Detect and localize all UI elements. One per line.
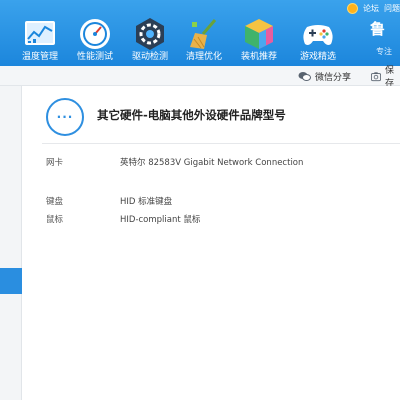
gamepad-icon — [303, 25, 333, 45]
toolbar-label: 游戏精选 — [299, 52, 336, 62]
sub-toolbar: 微信分享 保存 — [0, 66, 400, 89]
section-title: 其它硬件-电脑其他外设硬件品牌型号 — [97, 108, 286, 122]
wechat-share-button[interactable]: 微信分享 — [298, 69, 351, 83]
toolbar-item-driver[interactable]: 驱动检测 — [122, 0, 178, 66]
main-content: ··· 其它硬件-电脑其他外设硬件品牌型号 网卡 英特尔 82583V Giga… — [22, 86, 400, 400]
toolbar-label: 温度管理 — [21, 52, 58, 62]
toolbar-label: 清理优化 — [185, 52, 222, 62]
gear-chip-icon — [136, 18, 164, 50]
speedometer-icon — [80, 19, 110, 49]
wechat-share-label: 微信分享 — [315, 72, 352, 83]
toolbar-item-performance[interactable]: 性能测试 — [67, 0, 123, 66]
row-value-mouse: HID-compliant 鼠标 — [120, 215, 201, 225]
toolbar-label: 性能测试 — [76, 52, 113, 62]
top-links: 论坛 问题 — [347, 2, 400, 14]
more-icon: ··· — [46, 98, 84, 136]
left-sidebar — [0, 86, 22, 400]
wechat-icon — [298, 71, 311, 81]
top-toolbar: 温度管理 性能测试 驱动检测 清理优化 装机推荐 游戏精选 论坛 问题 鲁 专注 — [0, 0, 400, 66]
row-label-network-card: 网卡 — [46, 158, 64, 168]
toolbar-label: 装机推荐 — [240, 52, 277, 62]
camera-icon — [371, 71, 381, 81]
divider — [42, 143, 400, 144]
broom-icon — [190, 19, 217, 49]
toolbar-item-build-recommend[interactable]: 装机推荐 — [231, 0, 287, 66]
toolbar-item-temperature[interactable]: 温度管理 — [12, 0, 68, 66]
brand-slogan: 专注 — [376, 47, 392, 56]
sidebar-active-item[interactable] — [0, 268, 22, 294]
question-link[interactable]: 问题 — [384, 3, 400, 14]
row-label-keyboard: 键盘 — [46, 197, 64, 207]
row-value-network-card: 英特尔 82583V Gigabit Network Connection — [120, 158, 304, 168]
coin-icon — [347, 2, 358, 14]
thermometer-chart-icon — [25, 21, 55, 45]
toolbar-item-cleanup[interactable]: 清理优化 — [176, 0, 232, 66]
brand-logo-text: 鲁 — [370, 20, 386, 38]
forum-link[interactable]: 论坛 — [363, 3, 379, 14]
cube-icon — [245, 19, 273, 49]
row-label-mouse: 鼠标 — [46, 215, 64, 225]
toolbar-item-games[interactable]: 游戏精选 — [290, 0, 346, 66]
toolbar-label: 驱动检测 — [131, 52, 168, 62]
save-button[interactable]: 保存 — [371, 66, 400, 89]
row-value-keyboard: HID 标准键盘 — [120, 197, 173, 207]
